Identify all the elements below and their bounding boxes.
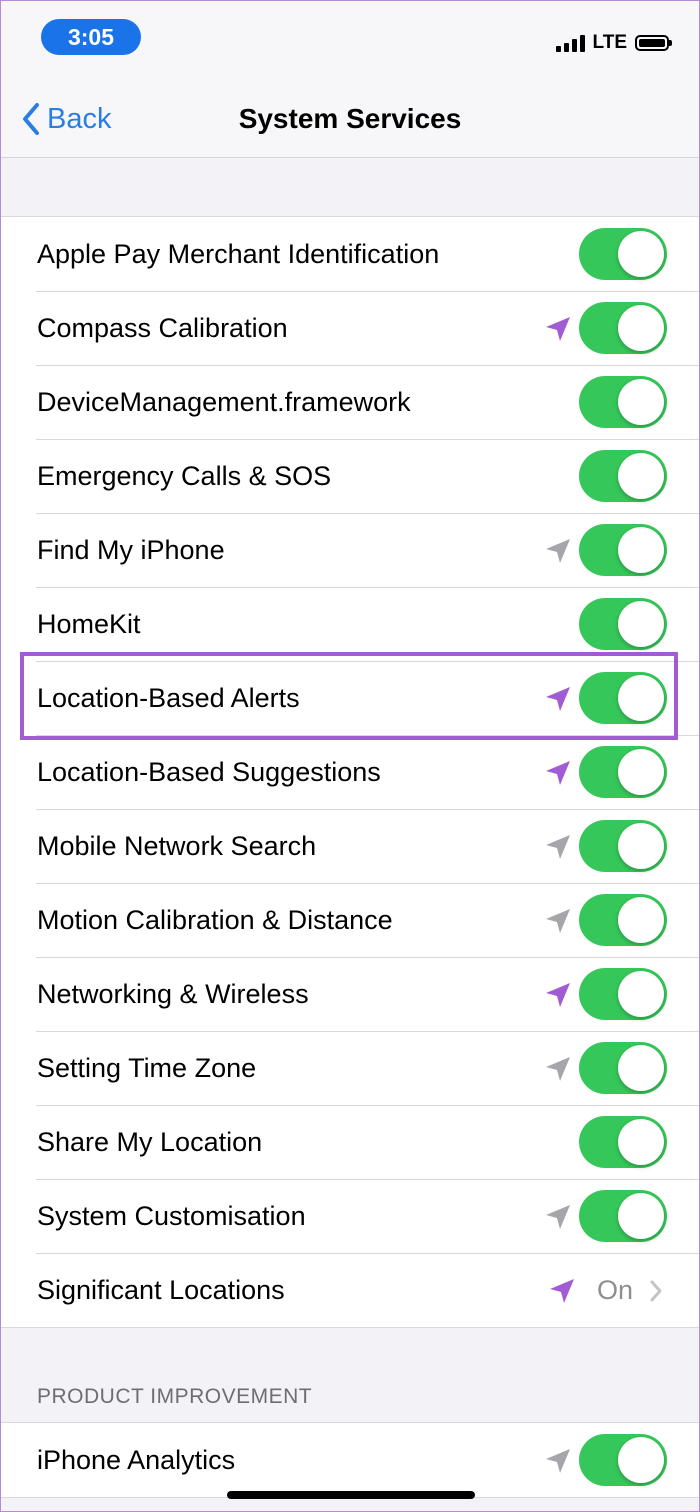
location-arrow-past-icon (546, 1057, 570, 1081)
service-row-homekit: HomeKit (1, 587, 699, 661)
service-row-networking-wireless: Networking & Wireless (1, 957, 699, 1031)
settings-screen: 3:05 LTE Back System Services Apple Pay … (0, 0, 700, 1512)
toggle-switch[interactable] (579, 524, 667, 576)
chevron-right-icon (650, 1280, 662, 1302)
toggle-switch[interactable] (579, 672, 667, 724)
battery-icon (635, 35, 672, 51)
toggle-switch[interactable] (579, 302, 667, 354)
toggle-switch[interactable] (579, 820, 667, 872)
service-row-setting-time-zone: Setting Time Zone (1, 1031, 699, 1105)
location-arrow-recent-icon (550, 1279, 574, 1303)
section-header-product-improvement: PRODUCT IMPROVEMENT (37, 1385, 313, 1408)
service-row-location-based-alerts: Location-Based Alerts (1, 661, 699, 735)
navigation-bar: Back System Services (1, 81, 699, 158)
location-arrow-past-icon (546, 835, 570, 859)
home-indicator[interactable] (227, 1491, 475, 1499)
service-row-mobile-network-search: Mobile Network Search (1, 809, 699, 883)
toggle-knob (618, 453, 664, 499)
toggle-knob (618, 601, 664, 647)
toggle-knob (618, 971, 664, 1017)
toggle-knob (618, 1119, 664, 1165)
service-row-emergency-calls-sos: Emergency Calls & SOS (1, 439, 699, 513)
location-arrow-recent-icon (546, 761, 570, 785)
toggle-switch[interactable] (579, 968, 667, 1020)
toggle-switch[interactable] (579, 1116, 667, 1168)
service-label: System Customisation (37, 1200, 306, 1231)
service-row-find-my-iphone: Find My iPhone (1, 513, 699, 587)
service-label: Significant Locations (37, 1274, 285, 1305)
toggle-knob (618, 1193, 664, 1239)
network-type: LTE (592, 32, 627, 53)
status-time[interactable]: 3:05 (41, 19, 141, 55)
toggle-switch[interactable] (579, 1042, 667, 1094)
service-label: DeviceManagement.framework (37, 386, 411, 417)
service-row-devicemanagement-framework: DeviceManagement.framework (1, 365, 699, 439)
toggle-knob (618, 231, 664, 277)
service-label: Share My Location (37, 1126, 263, 1157)
toggle-knob (618, 1437, 664, 1483)
toggle-switch[interactable] (579, 376, 667, 428)
service-row-system-customisation: System Customisation (1, 1179, 699, 1253)
service-label: Location-Based Suggestions (37, 756, 381, 787)
service-label: Emergency Calls & SOS (37, 460, 332, 491)
service-value: On (597, 1274, 634, 1305)
location-arrow-recent-icon (546, 317, 570, 341)
toggle-knob (618, 897, 664, 943)
toggle-switch[interactable] (579, 598, 667, 650)
location-arrow-past-icon (546, 1449, 570, 1473)
service-label: HomeKit (37, 608, 141, 639)
status-indicators: LTE (555, 31, 672, 55)
toggle-knob (618, 379, 664, 425)
location-arrow-past-icon (546, 539, 570, 563)
service-label: Apple Pay Merchant Identification (37, 238, 440, 269)
service-label: iPhone Analytics (37, 1444, 236, 1475)
toggle-knob (618, 675, 664, 721)
service-row-significant-locations[interactable]: Significant Locations On (1, 1253, 699, 1327)
service-row-location-based-suggestions: Location-Based Suggestions (1, 735, 699, 809)
page-title: System Services (238, 103, 462, 134)
toggle-switch[interactable] (579, 746, 667, 798)
signal-strength-icon (555, 34, 585, 52)
toggle-switch[interactable] (579, 1190, 667, 1242)
service-label: Location-Based Alerts (37, 682, 300, 713)
toggle-switch[interactable] (579, 894, 667, 946)
toggle-knob (618, 749, 664, 795)
service-label: Motion Calibration & Distance (37, 904, 393, 935)
toggle-knob (618, 823, 664, 869)
toggle-switch[interactable] (579, 228, 667, 280)
service-row-apple-pay-merchant-identification: Apple Pay Merchant Identification (1, 217, 699, 291)
service-label: Mobile Network Search (37, 830, 317, 861)
location-arrow-past-icon (546, 909, 570, 933)
toggle-switch[interactable] (579, 1434, 667, 1486)
status-bar: 3:05 LTE (1, 1, 699, 81)
system-services-list: Apple Pay Merchant Identification Compass… (1, 216, 699, 1328)
location-arrow-recent-icon (546, 687, 570, 711)
service-label: Setting Time Zone (37, 1052, 257, 1083)
service-row-motion-calibration-distance: Motion Calibration & Distance (1, 883, 699, 957)
service-row-share-my-location: Share My Location (1, 1105, 699, 1179)
service-label: Networking & Wireless (37, 978, 309, 1009)
toggle-knob (618, 305, 664, 351)
location-arrow-recent-icon (546, 983, 570, 1007)
service-label: Compass Calibration (37, 312, 288, 343)
toggle-knob (618, 527, 664, 573)
toggle-knob (618, 1045, 664, 1091)
product-improvement-list: iPhone Analytics (1, 1422, 699, 1498)
service-label: Find My iPhone (37, 534, 225, 565)
location-arrow-past-icon (546, 1205, 570, 1229)
service-row-iphone-analytics: iPhone Analytics (1, 1423, 699, 1497)
service-row-compass-calibration: Compass Calibration (1, 291, 699, 365)
toggle-switch[interactable] (579, 450, 667, 502)
